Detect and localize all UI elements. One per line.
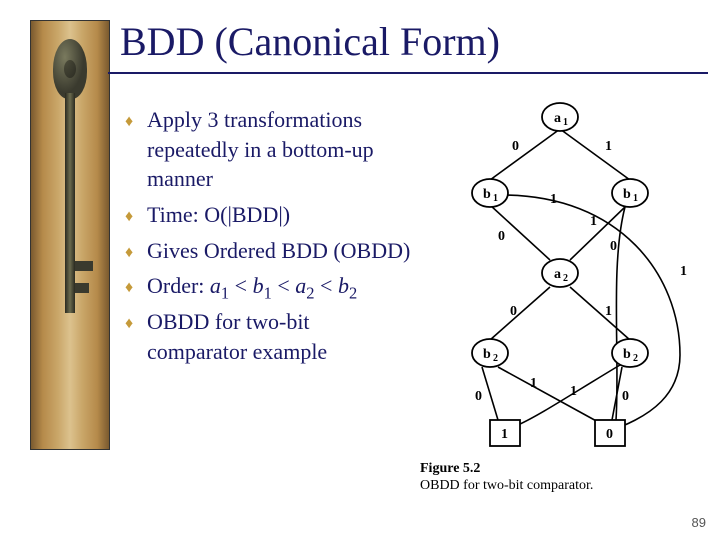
figure-caption-text: OBDD for two-bit comparator. bbox=[420, 478, 593, 493]
lt: < bbox=[315, 273, 338, 298]
obdd-svg: 0 1 0 1 0 1 0 1 0 1 0 1 1 a 1 b bbox=[420, 95, 700, 455]
node-a2: a bbox=[554, 267, 561, 282]
list-item: ♦ Order: a1 < b1 < a2 < b2 bbox=[125, 271, 415, 301]
key-bit-shape bbox=[75, 283, 89, 293]
diamond-bullet-icon: ♦ bbox=[125, 111, 133, 133]
list-item: ♦ Apply 3 transformations repeatedly in … bbox=[125, 105, 415, 194]
node-b2-right: b bbox=[623, 347, 631, 362]
list-item: ♦ Time: O(|BDD|) bbox=[125, 200, 415, 230]
edges bbox=[482, 129, 680, 427]
terminal-1: 1 bbox=[501, 427, 508, 442]
node-a1-sub: 1 bbox=[563, 117, 568, 128]
var-a: a bbox=[210, 273, 221, 298]
diamond-bullet-icon: ♦ bbox=[125, 242, 133, 264]
edge-label: 0 bbox=[512, 139, 519, 154]
order-prefix: Order: bbox=[147, 273, 210, 298]
obdd-diagram: 0 1 0 1 0 1 0 1 0 1 0 1 1 a 1 b bbox=[420, 95, 700, 495]
page-number: 89 bbox=[692, 515, 706, 530]
diamond-bullet-icon: ♦ bbox=[125, 206, 133, 228]
var-b: b bbox=[253, 273, 264, 298]
node-b1-right: b bbox=[623, 187, 631, 202]
edge-labels: 0 1 0 1 0 1 0 1 0 1 0 1 1 bbox=[475, 139, 687, 404]
diamond-bullet-icon: ♦ bbox=[125, 277, 133, 299]
edge-label: 0 bbox=[510, 304, 517, 319]
bullet-list: ♦ Apply 3 transformations repeatedly in … bbox=[125, 105, 415, 373]
lt: < bbox=[272, 273, 295, 298]
node-a2-sub: 2 bbox=[563, 273, 568, 284]
slide-title: BDD (Canonical Form) bbox=[120, 18, 500, 65]
edge-label: 0 bbox=[475, 389, 482, 404]
bullet-text: Apply 3 transformations repeatedly in a … bbox=[147, 107, 374, 191]
terminals: 1 0 bbox=[490, 420, 625, 446]
node-a1: a bbox=[554, 111, 561, 126]
list-item: ♦ Gives Ordered BDD (OBDD) bbox=[125, 236, 415, 266]
list-item: ♦ OBDD for two-bit comparator example bbox=[125, 307, 415, 366]
node-b1-left: b bbox=[483, 187, 491, 202]
node-b2-left: b bbox=[483, 347, 491, 362]
figure-caption: Figure 5.2 OBDD for two-bit comparator. bbox=[420, 461, 593, 495]
key-shaft-shape bbox=[65, 93, 75, 313]
title-underline bbox=[108, 72, 708, 74]
node-b1-left-sub: 1 bbox=[493, 193, 498, 204]
figure-number: Figure 5.2 bbox=[420, 461, 480, 476]
subscript: 2 bbox=[306, 284, 314, 303]
node-b2-left-sub: 2 bbox=[493, 353, 498, 364]
lt: < bbox=[229, 273, 252, 298]
subscript: 2 bbox=[349, 284, 357, 303]
edge-label: 1 bbox=[530, 376, 537, 391]
edge-label: 1 bbox=[680, 264, 687, 279]
edge-label: 0 bbox=[622, 389, 629, 404]
key-bit-shape bbox=[75, 261, 93, 271]
edge-label: 1 bbox=[605, 139, 612, 154]
bullet-text: Order: a1 < b1 < a2 < b2 bbox=[147, 273, 357, 298]
subscript: 1 bbox=[221, 284, 229, 303]
var-a: a bbox=[295, 273, 306, 298]
edge-label: 1 bbox=[605, 304, 612, 319]
diamond-bullet-icon: ♦ bbox=[125, 313, 133, 335]
edge-label: 1 bbox=[570, 384, 577, 399]
node-b1-right-sub: 1 bbox=[633, 193, 638, 204]
bullet-text: OBDD for two-bit comparator example bbox=[147, 309, 327, 364]
edge-label: 1 bbox=[590, 214, 597, 229]
bullet-text: Gives Ordered BDD (OBDD) bbox=[147, 238, 410, 263]
edge-label: 1 bbox=[550, 192, 557, 207]
slide: BDD (Canonical Form) ♦ Apply 3 transform… bbox=[0, 0, 720, 540]
var-b: b bbox=[338, 273, 349, 298]
edge-label: 0 bbox=[610, 239, 617, 254]
edge-label: 0 bbox=[498, 229, 505, 244]
node-b2-right-sub: 2 bbox=[633, 353, 638, 364]
key-bow-shape bbox=[53, 39, 87, 99]
subscript: 1 bbox=[264, 284, 272, 303]
antique-key-image bbox=[30, 20, 110, 450]
bullet-text: Time: O(|BDD|) bbox=[147, 202, 290, 227]
terminal-0: 0 bbox=[606, 427, 613, 442]
